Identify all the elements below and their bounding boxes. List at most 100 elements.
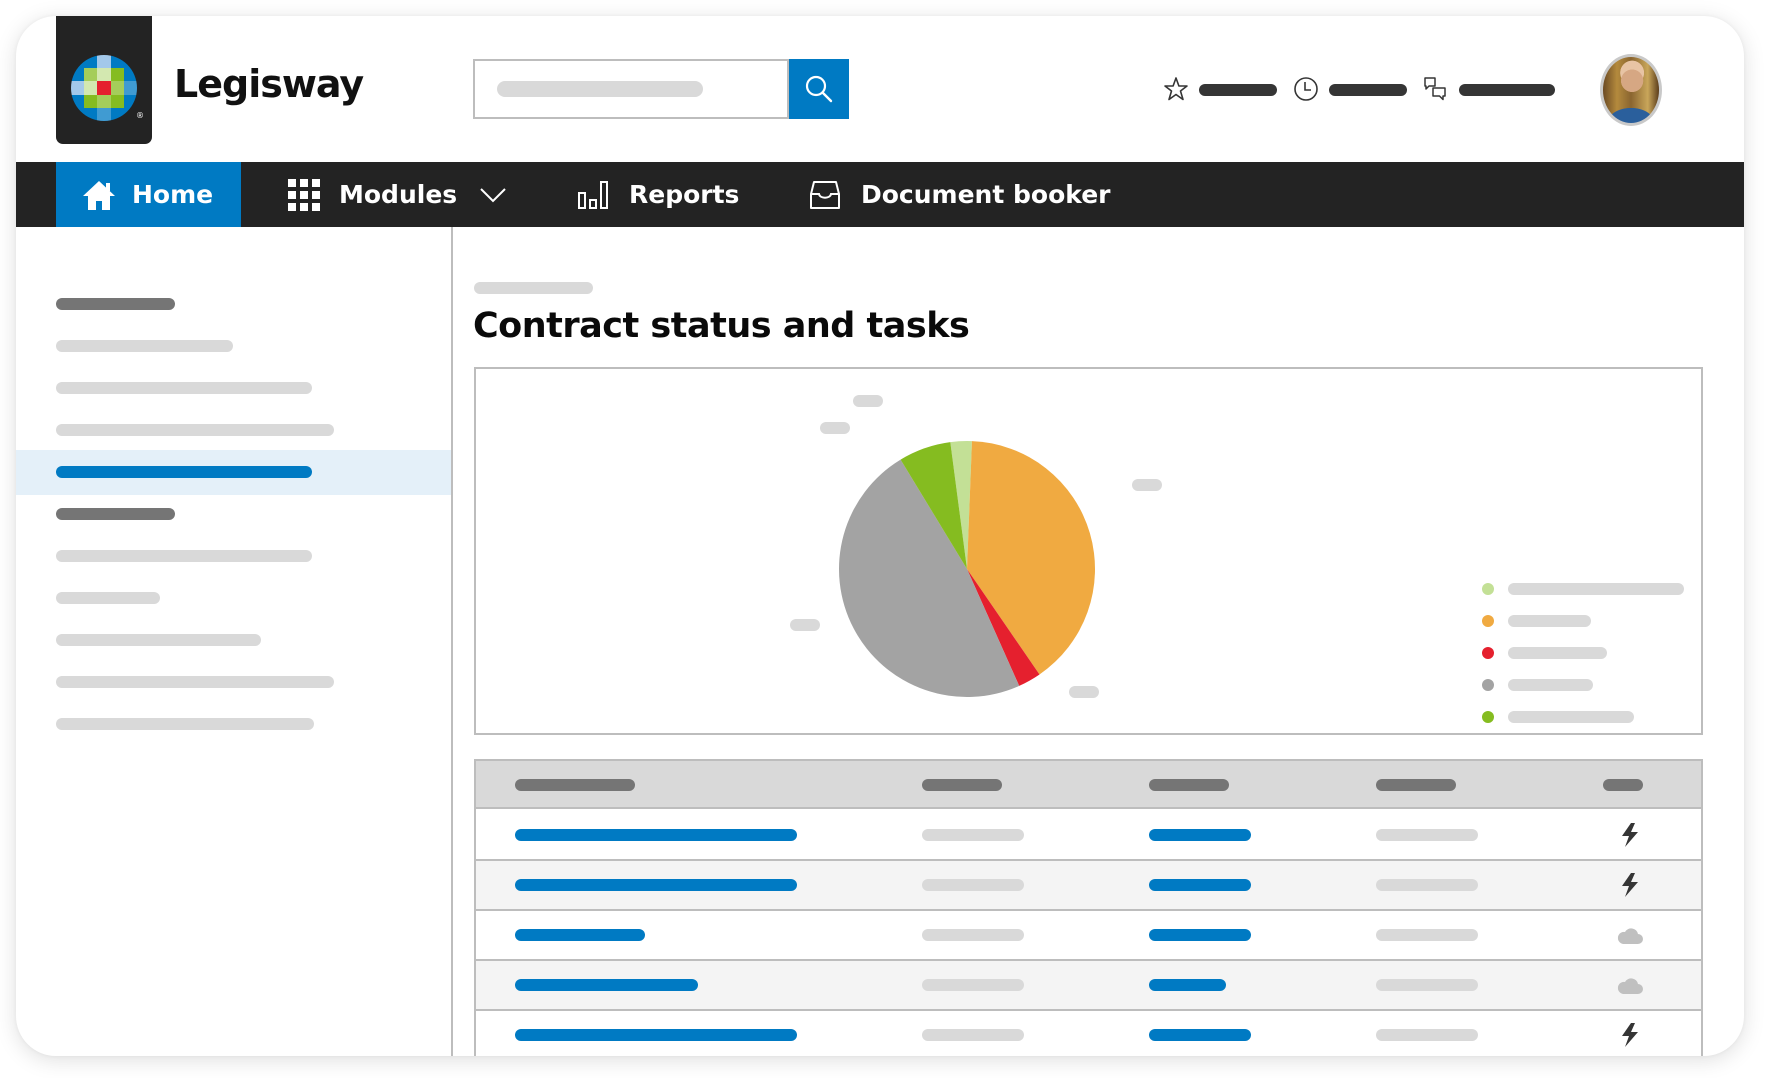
legend-swatch bbox=[1482, 647, 1494, 659]
sidebar-item[interactable] bbox=[16, 366, 451, 411]
logo[interactable]: ® bbox=[56, 16, 152, 144]
cell-link[interactable] bbox=[1149, 929, 1251, 941]
sidebar-item-label bbox=[56, 592, 160, 604]
main-nav: Home Modules Reports Document booker bbox=[16, 162, 1744, 227]
lightning-icon bbox=[1617, 822, 1643, 848]
search-icon bbox=[805, 75, 833, 103]
favorites-label[interactable] bbox=[1199, 84, 1277, 96]
home-icon bbox=[83, 180, 115, 210]
lightning-icon bbox=[1617, 872, 1643, 898]
table-cell bbox=[922, 979, 1024, 991]
sidebar-heading-label bbox=[56, 298, 175, 310]
registered-mark: ® bbox=[136, 111, 144, 120]
nav-reports[interactable]: Reports bbox=[578, 162, 739, 227]
table-row[interactable] bbox=[476, 961, 1701, 1011]
logo-tile bbox=[84, 68, 98, 82]
table-cell bbox=[1376, 879, 1478, 891]
logo-tile bbox=[84, 55, 98, 69]
chevron-down-icon[interactable] bbox=[479, 187, 507, 203]
nav-home-label: Home bbox=[132, 180, 214, 209]
sidebar-item[interactable] bbox=[16, 702, 451, 747]
cloud-icon bbox=[1617, 972, 1643, 998]
contract-link[interactable] bbox=[515, 929, 645, 941]
sidebar-heading bbox=[16, 282, 451, 327]
logo-tile bbox=[110, 94, 124, 108]
contract-link[interactable] bbox=[515, 979, 698, 991]
breadcrumb[interactable] bbox=[474, 282, 593, 294]
sidebar bbox=[16, 227, 453, 1056]
logo-tile bbox=[123, 94, 137, 108]
favorites-button[interactable] bbox=[1163, 76, 1189, 102]
sidebar-item[interactable] bbox=[16, 324, 451, 369]
table-row[interactable] bbox=[476, 861, 1701, 911]
logo-tile bbox=[97, 94, 111, 108]
table-row[interactable] bbox=[476, 911, 1701, 961]
logo-tile bbox=[71, 55, 85, 69]
inbox-icon bbox=[810, 180, 840, 209]
legend-swatch bbox=[1482, 711, 1494, 723]
column-header[interactable] bbox=[515, 779, 635, 791]
sidebar-item[interactable] bbox=[16, 660, 451, 705]
contract-status-chart bbox=[474, 367, 1703, 735]
legend-swatch bbox=[1482, 615, 1494, 627]
contract-link[interactable] bbox=[515, 829, 797, 841]
cloud-icon bbox=[1617, 922, 1643, 948]
nav-modules-label: Modules bbox=[339, 180, 458, 209]
recent-button[interactable] bbox=[1293, 76, 1319, 102]
table-header bbox=[476, 761, 1701, 809]
sidebar-item-selected[interactable] bbox=[16, 450, 451, 495]
cell-link[interactable] bbox=[1149, 1029, 1251, 1041]
search-button[interactable] bbox=[789, 59, 849, 119]
logo-tile bbox=[84, 81, 98, 95]
logo-tile bbox=[71, 81, 85, 95]
user-avatar[interactable] bbox=[1600, 54, 1662, 126]
logo-tile bbox=[71, 68, 85, 82]
sidebar-item-label bbox=[56, 676, 334, 688]
messages-label[interactable] bbox=[1459, 84, 1555, 96]
column-header[interactable] bbox=[1376, 779, 1456, 791]
sidebar-item[interactable] bbox=[16, 408, 451, 453]
recent-label[interactable] bbox=[1329, 84, 1407, 96]
cell-link[interactable] bbox=[1149, 979, 1226, 991]
search-input[interactable] bbox=[473, 59, 789, 119]
table-row[interactable] bbox=[476, 811, 1701, 861]
contract-link[interactable] bbox=[515, 879, 797, 891]
page-title: Contract status and tasks bbox=[473, 306, 970, 346]
legend-label bbox=[1508, 615, 1591, 627]
lightning-icon bbox=[1617, 1022, 1643, 1048]
nav-home[interactable]: Home bbox=[56, 162, 241, 227]
bar-chart-icon bbox=[578, 180, 608, 209]
legend-label bbox=[1508, 711, 1634, 723]
column-header[interactable] bbox=[1603, 779, 1643, 791]
logo-tile bbox=[123, 68, 137, 82]
logo-tile bbox=[97, 107, 111, 121]
logo-tile bbox=[97, 81, 111, 95]
sidebar-item[interactable] bbox=[16, 618, 451, 663]
logo-tile bbox=[123, 81, 137, 95]
table-row[interactable] bbox=[476, 1011, 1701, 1056]
logo-tile bbox=[123, 107, 137, 121]
column-header[interactable] bbox=[922, 779, 1002, 791]
contract-link[interactable] bbox=[515, 1029, 797, 1041]
cell-link[interactable] bbox=[1149, 829, 1251, 841]
cell-link[interactable] bbox=[1149, 879, 1251, 891]
column-header[interactable] bbox=[1149, 779, 1229, 791]
contracts-table bbox=[474, 759, 1703, 1056]
slice-label bbox=[790, 619, 820, 631]
slice-label bbox=[820, 422, 850, 434]
table-cell bbox=[922, 829, 1024, 841]
sidebar-item[interactable] bbox=[16, 576, 451, 621]
logo-tile bbox=[110, 68, 124, 82]
nav-reports-label: Reports bbox=[629, 180, 740, 209]
nav-document-booker[interactable]: Document booker bbox=[810, 162, 1111, 227]
sidebar-heading-label bbox=[56, 508, 175, 520]
sidebar-item[interactable] bbox=[16, 534, 451, 579]
logo-tile bbox=[97, 55, 111, 69]
nav-modules[interactable]: Modules bbox=[288, 162, 507, 227]
messages-button[interactable] bbox=[1423, 76, 1449, 102]
sidebar-item-label bbox=[56, 340, 233, 352]
logo-tile bbox=[84, 94, 98, 108]
chat-icon bbox=[1424, 77, 1446, 101]
clock-icon bbox=[1294, 77, 1318, 101]
legend-swatch bbox=[1482, 679, 1494, 691]
